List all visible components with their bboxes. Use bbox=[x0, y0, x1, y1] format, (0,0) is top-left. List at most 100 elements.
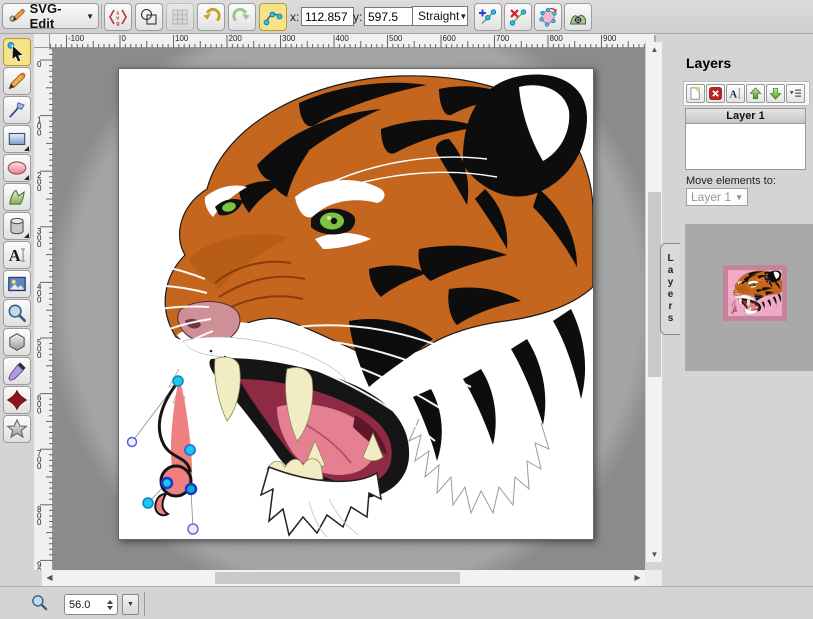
layer-row[interactable]: Layer 1 bbox=[686, 109, 805, 124]
scroll-up-icon[interactable]: ▲ bbox=[646, 42, 663, 57]
new-layer-button[interactable] bbox=[686, 84, 705, 103]
layer-list[interactable]: Layer 1 bbox=[685, 108, 806, 170]
tool-rect-button[interactable] bbox=[3, 125, 31, 153]
curve-nodes-icon bbox=[263, 7, 283, 27]
rename-text-icon bbox=[728, 86, 743, 101]
tool-select-button[interactable] bbox=[3, 38, 31, 66]
scroll-right-icon[interactable]: ▶ bbox=[630, 570, 645, 586]
zoom-level-input[interactable]: 56.0 bbox=[64, 594, 118, 615]
svg-canvas[interactable] bbox=[118, 68, 594, 540]
x-coordinate-input[interactable] bbox=[301, 7, 354, 26]
horizontal-scrollbar[interactable]: ◀ ▶ bbox=[42, 570, 645, 586]
left-toolbar bbox=[0, 33, 34, 586]
svg-text:300: 300 bbox=[282, 34, 296, 43]
svg-text:600: 600 bbox=[37, 394, 42, 416]
layer-menu-button[interactable] bbox=[786, 84, 805, 103]
zoom-spinner[interactable] bbox=[107, 600, 113, 610]
horizontal-scroll-thumb[interactable] bbox=[215, 572, 460, 584]
wireframe-button[interactable] bbox=[135, 3, 163, 31]
tool-shapelib-button[interactable] bbox=[3, 212, 31, 240]
move-elements-select[interactable]: Layer 1 ▼ bbox=[686, 188, 748, 206]
tool-pencil-button[interactable] bbox=[3, 67, 31, 95]
svg-text:400: 400 bbox=[37, 282, 42, 304]
redo-arrow-icon bbox=[232, 7, 252, 27]
left-ruler: 0100200300400500600700800900 bbox=[34, 48, 53, 570]
pencil-icon bbox=[6, 70, 28, 92]
svg-text:200: 200 bbox=[229, 34, 243, 43]
redo-button[interactable] bbox=[228, 3, 256, 31]
tool-image-button[interactable] bbox=[3, 270, 31, 298]
tool-zoom-button[interactable] bbox=[3, 299, 31, 327]
undo-arrow-icon bbox=[201, 7, 221, 27]
delete-layer-button[interactable] bbox=[706, 84, 725, 103]
select-cursor-icon bbox=[6, 41, 28, 63]
delete-node-icon bbox=[508, 7, 528, 27]
tool-ellipse-button[interactable] bbox=[3, 154, 31, 182]
main-menu-button[interactable]: SVG-Edit ▼ bbox=[2, 3, 99, 29]
open-path-button[interactable] bbox=[534, 3, 562, 31]
svg-text:300: 300 bbox=[37, 227, 42, 249]
svg-text:700: 700 bbox=[496, 34, 510, 43]
scroll-down-icon[interactable]: ▼ bbox=[646, 547, 663, 562]
tool-line-button[interactable] bbox=[3, 96, 31, 124]
zoom-presets-button[interactable]: ▼ bbox=[122, 594, 139, 615]
scroll-left-icon[interactable]: ◀ bbox=[42, 570, 57, 586]
document-thumbnail[interactable] bbox=[723, 265, 787, 321]
tool-text-button[interactable] bbox=[3, 241, 31, 269]
delete-node-button[interactable] bbox=[504, 3, 532, 31]
move-layer-down-button[interactable] bbox=[766, 84, 785, 103]
layers-side-tab[interactable]: Layers bbox=[660, 243, 680, 335]
svg-text:800: 800 bbox=[550, 34, 564, 43]
red-x-icon bbox=[708, 86, 723, 101]
svg-text:900: 900 bbox=[37, 560, 42, 570]
svg-edit-logo-icon bbox=[7, 6, 26, 26]
add-node-button[interactable] bbox=[474, 3, 502, 31]
svg-text:0: 0 bbox=[122, 34, 127, 43]
open-path-icon bbox=[538, 7, 558, 27]
rectangle-icon bbox=[6, 128, 28, 150]
chevron-down-icon: ▼ bbox=[735, 193, 743, 202]
grid-button[interactable] bbox=[166, 3, 194, 31]
add-node-icon bbox=[478, 7, 498, 27]
move-layer-up-button[interactable] bbox=[746, 84, 765, 103]
add-subpath-button[interactable] bbox=[564, 3, 592, 31]
link-control-points-button[interactable] bbox=[259, 3, 287, 31]
segment-type-select[interactable]: Straight ▼ bbox=[412, 6, 468, 26]
y-coordinate-input[interactable] bbox=[364, 7, 415, 26]
scrollbar-corner bbox=[645, 570, 662, 586]
tool-ornament-button[interactable] bbox=[3, 386, 31, 414]
workspace[interactable] bbox=[53, 48, 645, 570]
subpath-icon bbox=[568, 7, 588, 27]
svg-text:100: 100 bbox=[175, 34, 189, 43]
svg-text:0: 0 bbox=[37, 60, 42, 69]
tool-eyedropper-button[interactable] bbox=[3, 357, 31, 385]
green-down-icon bbox=[768, 86, 783, 101]
svg-text:100: 100 bbox=[37, 116, 42, 138]
red-ornament-icon bbox=[6, 389, 28, 411]
svg-text:500: 500 bbox=[37, 338, 42, 360]
chevron-down-icon: ▼ bbox=[459, 12, 467, 21]
top-toolbar: SVG-Edit ▼ x: y: Straight ▼ bbox=[0, 0, 813, 34]
svg-text:700: 700 bbox=[37, 449, 42, 471]
undo-button[interactable] bbox=[197, 3, 225, 31]
ruler-corner bbox=[34, 33, 50, 48]
eyedropper-icon bbox=[6, 360, 28, 382]
tiger-artwork[interactable] bbox=[119, 69, 593, 539]
svg-text:-100: -100 bbox=[68, 34, 85, 43]
magnifier-icon bbox=[6, 302, 28, 324]
svg-text:800: 800 bbox=[37, 505, 42, 527]
cylinder-icon bbox=[6, 215, 28, 237]
svg-edit-app: SVG-Edit ▼ x: y: Straight ▼ -100 0 100 200 3… bbox=[0, 0, 813, 619]
segment-type-value: Straight bbox=[418, 9, 459, 23]
tool-path-button[interactable] bbox=[3, 183, 31, 211]
tool-star-button[interactable] bbox=[3, 415, 31, 443]
y-coordinate-label: y: bbox=[353, 10, 362, 24]
rename-layer-button[interactable] bbox=[726, 84, 745, 103]
edit-source-button[interactable] bbox=[104, 3, 132, 31]
tool-polygon-button[interactable] bbox=[3, 328, 31, 356]
grid-icon bbox=[170, 7, 190, 27]
top-ruler: -10001002003004005006007008009001000 bbox=[50, 33, 656, 48]
layer-buttons-row bbox=[684, 82, 809, 105]
green-up-icon bbox=[748, 86, 763, 101]
image-icon bbox=[6, 273, 28, 295]
